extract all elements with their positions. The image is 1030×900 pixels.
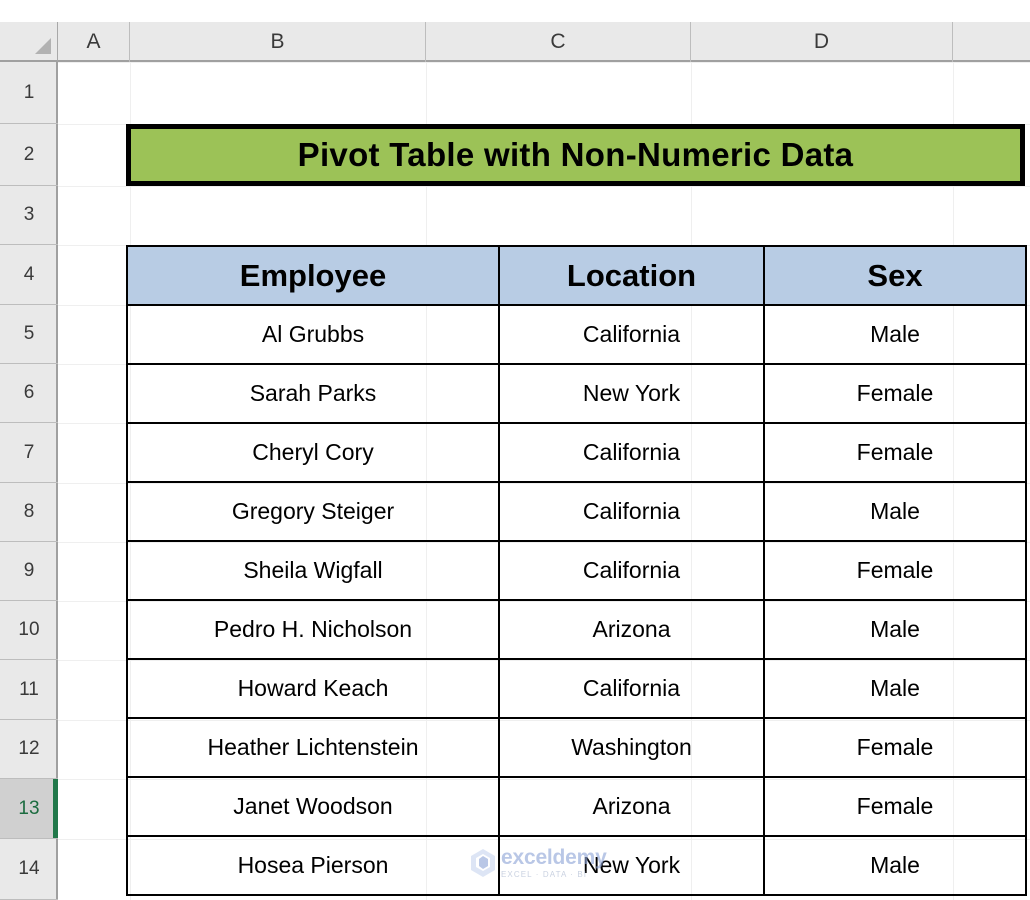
cell-location[interactable]: California — [499, 541, 764, 600]
select-all-triangle-icon — [35, 38, 51, 54]
spreadsheet-canvas: ABCD 1234567891011121314 Pivot Table wit… — [0, 0, 1030, 900]
row-header-8[interactable]: 8 — [0, 483, 58, 542]
row-header-11[interactable]: 11 — [0, 660, 58, 720]
page-title: Pivot Table with Non-Numeric Data — [298, 136, 854, 174]
cell-employee[interactable]: Pedro H. Nicholson — [127, 600, 499, 659]
grid-horizontal-line — [58, 62, 1030, 63]
cell-sex[interactable]: Female — [764, 777, 1026, 836]
cell-employee[interactable]: Howard Keach — [127, 659, 499, 718]
cell-sex[interactable]: Male — [764, 836, 1026, 895]
cell-sex[interactable]: Female — [764, 718, 1026, 777]
table-row: Hosea PiersonNew YorkMale — [127, 836, 1026, 895]
table-row: Janet WoodsonArizonaFemale — [127, 777, 1026, 836]
cell-location[interactable]: Washington — [499, 718, 764, 777]
cell-location[interactable]: California — [499, 305, 764, 364]
cell-sex[interactable]: Male — [764, 659, 1026, 718]
cell-location[interactable]: New York — [499, 364, 764, 423]
cell-location[interactable]: California — [499, 659, 764, 718]
row-header-1[interactable]: 1 — [0, 62, 58, 124]
table-row: Heather LichtensteinWashingtonFemale — [127, 718, 1026, 777]
table-row: Al GrubbsCaliforniaMale — [127, 305, 1026, 364]
row-header-13[interactable]: 13 — [0, 779, 58, 839]
cell-employee[interactable]: Sarah Parks — [127, 364, 499, 423]
cell-employee[interactable]: Heather Lichtenstein — [127, 718, 499, 777]
cell-location[interactable]: California — [499, 482, 764, 541]
cell-sex[interactable]: Male — [764, 305, 1026, 364]
row-header-9[interactable]: 9 — [0, 542, 58, 601]
table-row: Gregory SteigerCaliforniaMale — [127, 482, 1026, 541]
cell-sex[interactable]: Male — [764, 600, 1026, 659]
grid-horizontal-line — [58, 186, 1030, 187]
table-row: Sheila WigfallCaliforniaFemale — [127, 541, 1026, 600]
column-header-c[interactable]: C — [426, 22, 691, 62]
column-header-d[interactable]: D — [691, 22, 953, 62]
column-header-strip: ABCD — [58, 22, 1030, 62]
row-header-10[interactable]: 10 — [0, 601, 58, 660]
column-title-sex: Sex — [764, 246, 1026, 305]
cell-employee[interactable]: Al Grubbs — [127, 305, 499, 364]
row-header-3[interactable]: 3 — [0, 186, 58, 245]
cell-sex[interactable]: Male — [764, 482, 1026, 541]
table-row: Pedro H. NicholsonArizonaMale — [127, 600, 1026, 659]
cell-employee[interactable]: Sheila Wigfall — [127, 541, 499, 600]
cell-location[interactable]: Arizona — [499, 600, 764, 659]
column-header-b[interactable]: B — [130, 22, 426, 62]
row-header-7[interactable]: 7 — [0, 423, 58, 483]
cell-location[interactable]: Arizona — [499, 777, 764, 836]
row-header-14[interactable]: 14 — [0, 839, 58, 900]
row-header-4[interactable]: 4 — [0, 245, 58, 305]
column-title-location: Location — [499, 246, 764, 305]
row-header-2[interactable]: 2 — [0, 124, 58, 186]
data-table: EmployeeLocationSex Al GrubbsCaliforniaM… — [126, 245, 1027, 896]
row-header-6[interactable]: 6 — [0, 364, 58, 423]
select-all-button[interactable] — [0, 22, 58, 62]
cell-employee[interactable]: Gregory Steiger — [127, 482, 499, 541]
cell-employee[interactable]: Janet Woodson — [127, 777, 499, 836]
table-header-row: EmployeeLocationSex — [127, 246, 1026, 305]
cell-sex[interactable]: Female — [764, 541, 1026, 600]
row-header-strip: 1234567891011121314 — [0, 62, 58, 900]
cell-employee[interactable]: Hosea Pierson — [127, 836, 499, 895]
table-row: Cheryl CoryCaliforniaFemale — [127, 423, 1026, 482]
cell-sex[interactable]: Female — [764, 423, 1026, 482]
table-body: Al GrubbsCaliforniaMaleSarah ParksNew Yo… — [127, 305, 1026, 895]
table-row: Howard KeachCaliforniaMale — [127, 659, 1026, 718]
row-header-5[interactable]: 5 — [0, 305, 58, 364]
cell-employee[interactable]: Cheryl Cory — [127, 423, 499, 482]
column-header-a[interactable]: A — [58, 22, 130, 62]
cell-sex[interactable]: Female — [764, 364, 1026, 423]
cell-location[interactable]: California — [499, 423, 764, 482]
row-header-12[interactable]: 12 — [0, 720, 58, 779]
table-row: Sarah ParksNew YorkFemale — [127, 364, 1026, 423]
title-banner[interactable]: Pivot Table with Non-Numeric Data — [126, 124, 1025, 186]
column-title-employee: Employee — [127, 246, 499, 305]
cell-location[interactable]: New York — [499, 836, 764, 895]
